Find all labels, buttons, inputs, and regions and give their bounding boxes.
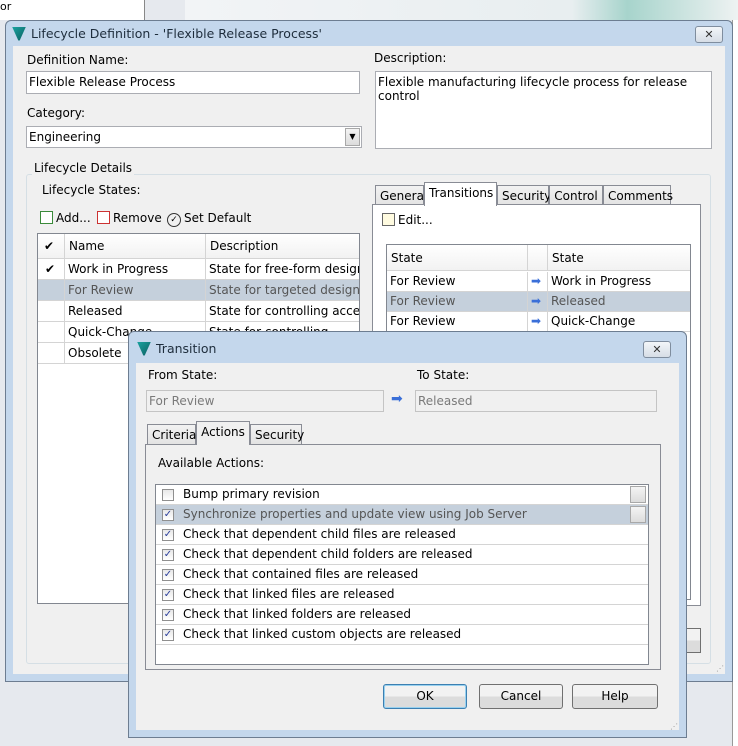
description-label: Description: — [374, 51, 447, 65]
set-default-button[interactable]: ✓ Set Default — [167, 211, 251, 227]
help-button[interactable]: Help — [572, 684, 658, 709]
tab-transitions[interactable]: Transitions — [424, 182, 497, 206]
background-image — [185, 0, 738, 20]
from-state-input[interactable]: For Review — [146, 390, 384, 412]
background-panel — [0, 0, 145, 20]
tab-criteria[interactable]: Criteria — [147, 424, 196, 444]
actions-list: Bump primary revision ✓ Synchronize prope… — [155, 484, 649, 665]
checkbox[interactable]: ✓ — [162, 509, 174, 521]
checkbox[interactable]: ✓ — [162, 569, 174, 581]
arrow-right-icon: ➡ — [391, 391, 403, 407]
remove-state-button[interactable]: Remove — [97, 211, 162, 225]
table-row[interactable]: For Review ➡ Work in Progress — [387, 272, 690, 292]
edit-button[interactable]: Edit... — [382, 213, 433, 227]
default-check-icon: ✔ — [38, 259, 65, 279]
table-row[interactable]: ReleasedState for controlling acces... — [38, 301, 359, 322]
edit-icon — [382, 213, 395, 226]
dialog-title: Lifecycle Definition - 'Flexible Release… — [31, 26, 322, 41]
tab-general[interactable]: General — [375, 185, 427, 205]
to-state-label: To State: — [417, 368, 470, 382]
tab-comments[interactable]: Comments — [603, 185, 673, 205]
chevron-down-icon[interactable] — [630, 486, 646, 503]
list-item[interactable]: ✓ Check that linked folders are released — [156, 605, 648, 625]
available-actions-label: Available Actions: — [158, 456, 265, 470]
table-row[interactable]: ✔ Work in Progress State for free-form des… — [38, 259, 359, 280]
lifecycle-states-label: Lifecycle States: — [42, 183, 141, 197]
background-text: or — [0, 0, 12, 13]
vault-logo-icon — [137, 341, 151, 356]
add-state-button[interactable]: Add... — [40, 211, 91, 225]
tab-control[interactable]: Control — [549, 185, 603, 205]
add-icon — [40, 211, 53, 224]
column-header-name[interactable]: Name — [65, 234, 206, 258]
category-value: Engineering — [29, 130, 101, 144]
list-item[interactable]: ✓ Check that dependent child folders are … — [156, 545, 648, 565]
arrow-right-icon: ➡ — [528, 272, 548, 291]
category-select[interactable]: Engineering ▼ — [26, 126, 362, 148]
arrow-right-icon: ➡ — [528, 312, 548, 331]
tab-actions[interactable]: Actions — [196, 421, 250, 445]
to-state-input[interactable]: Released — [415, 390, 657, 412]
table-row[interactable]: For Review ➡ Quick-Change — [387, 312, 690, 332]
dialog-title: Transition — [156, 341, 217, 356]
chevron-down-icon[interactable] — [630, 506, 646, 523]
resize-grip-icon[interactable]: ⋰ — [716, 664, 724, 673]
resize-grip-icon[interactable]: ⋰ — [670, 722, 678, 731]
checkbox[interactable]: ✓ — [162, 529, 174, 541]
checkbox[interactable]: ✓ — [162, 629, 174, 641]
column-header-default[interactable]: ✔ — [38, 234, 65, 258]
list-item[interactable]: ✓ Check that dependent child files are re… — [156, 525, 648, 545]
list-item[interactable]: ✓ Check that linked files are released — [156, 585, 648, 605]
arrow-right-icon: ➡ — [528, 292, 548, 311]
remove-icon — [97, 211, 110, 224]
check-circle-icon: ✓ — [167, 213, 181, 227]
ok-button[interactable]: OK — [383, 684, 467, 709]
table-header: State State — [387, 245, 690, 271]
vault-logo-icon — [12, 26, 26, 41]
definition-name-input[interactable]: Flexible Release Process — [26, 71, 360, 94]
table-row[interactable]: For Review ➡ Released — [387, 292, 690, 312]
checkbox[interactable]: ✓ — [162, 589, 174, 601]
definition-name-label: Definition Name: — [27, 53, 129, 67]
chevron-down-icon[interactable]: ▼ — [345, 128, 360, 146]
table-row[interactable]: For ReviewState for targeted design r... — [38, 280, 359, 301]
checkbox[interactable] — [162, 489, 174, 501]
tab-security[interactable]: Security — [250, 424, 304, 444]
table-header: ✔ Name Description — [38, 234, 359, 259]
column-header-description[interactable]: Description — [206, 234, 359, 258]
list-item[interactable]: Bump primary revision — [156, 485, 648, 505]
list-item[interactable]: ✓ Check that contained files are released — [156, 565, 648, 585]
description-textarea[interactable]: Flexible manufacturing lifecycle process… — [375, 71, 712, 149]
from-state-label: From State: — [148, 368, 218, 382]
tab-security[interactable]: Security — [497, 185, 551, 205]
column-header-from-state[interactable]: State — [387, 245, 528, 270]
checkbox[interactable]: ✓ — [162, 549, 174, 561]
close-button[interactable]: ✕ — [695, 26, 723, 43]
category-label: Category: — [27, 106, 85, 120]
cancel-button[interactable]: Cancel — [479, 684, 563, 709]
list-item[interactable]: ✓ Check that linked custom objects are re… — [156, 625, 648, 645]
list-item[interactable]: ✓ Synchronize properties and update view … — [156, 505, 648, 525]
lifecycle-details-legend: Lifecycle Details — [32, 161, 135, 175]
close-button[interactable]: ✕ — [643, 341, 671, 358]
checkbox[interactable]: ✓ — [162, 609, 174, 621]
column-header-to-state[interactable]: State — [548, 245, 690, 270]
